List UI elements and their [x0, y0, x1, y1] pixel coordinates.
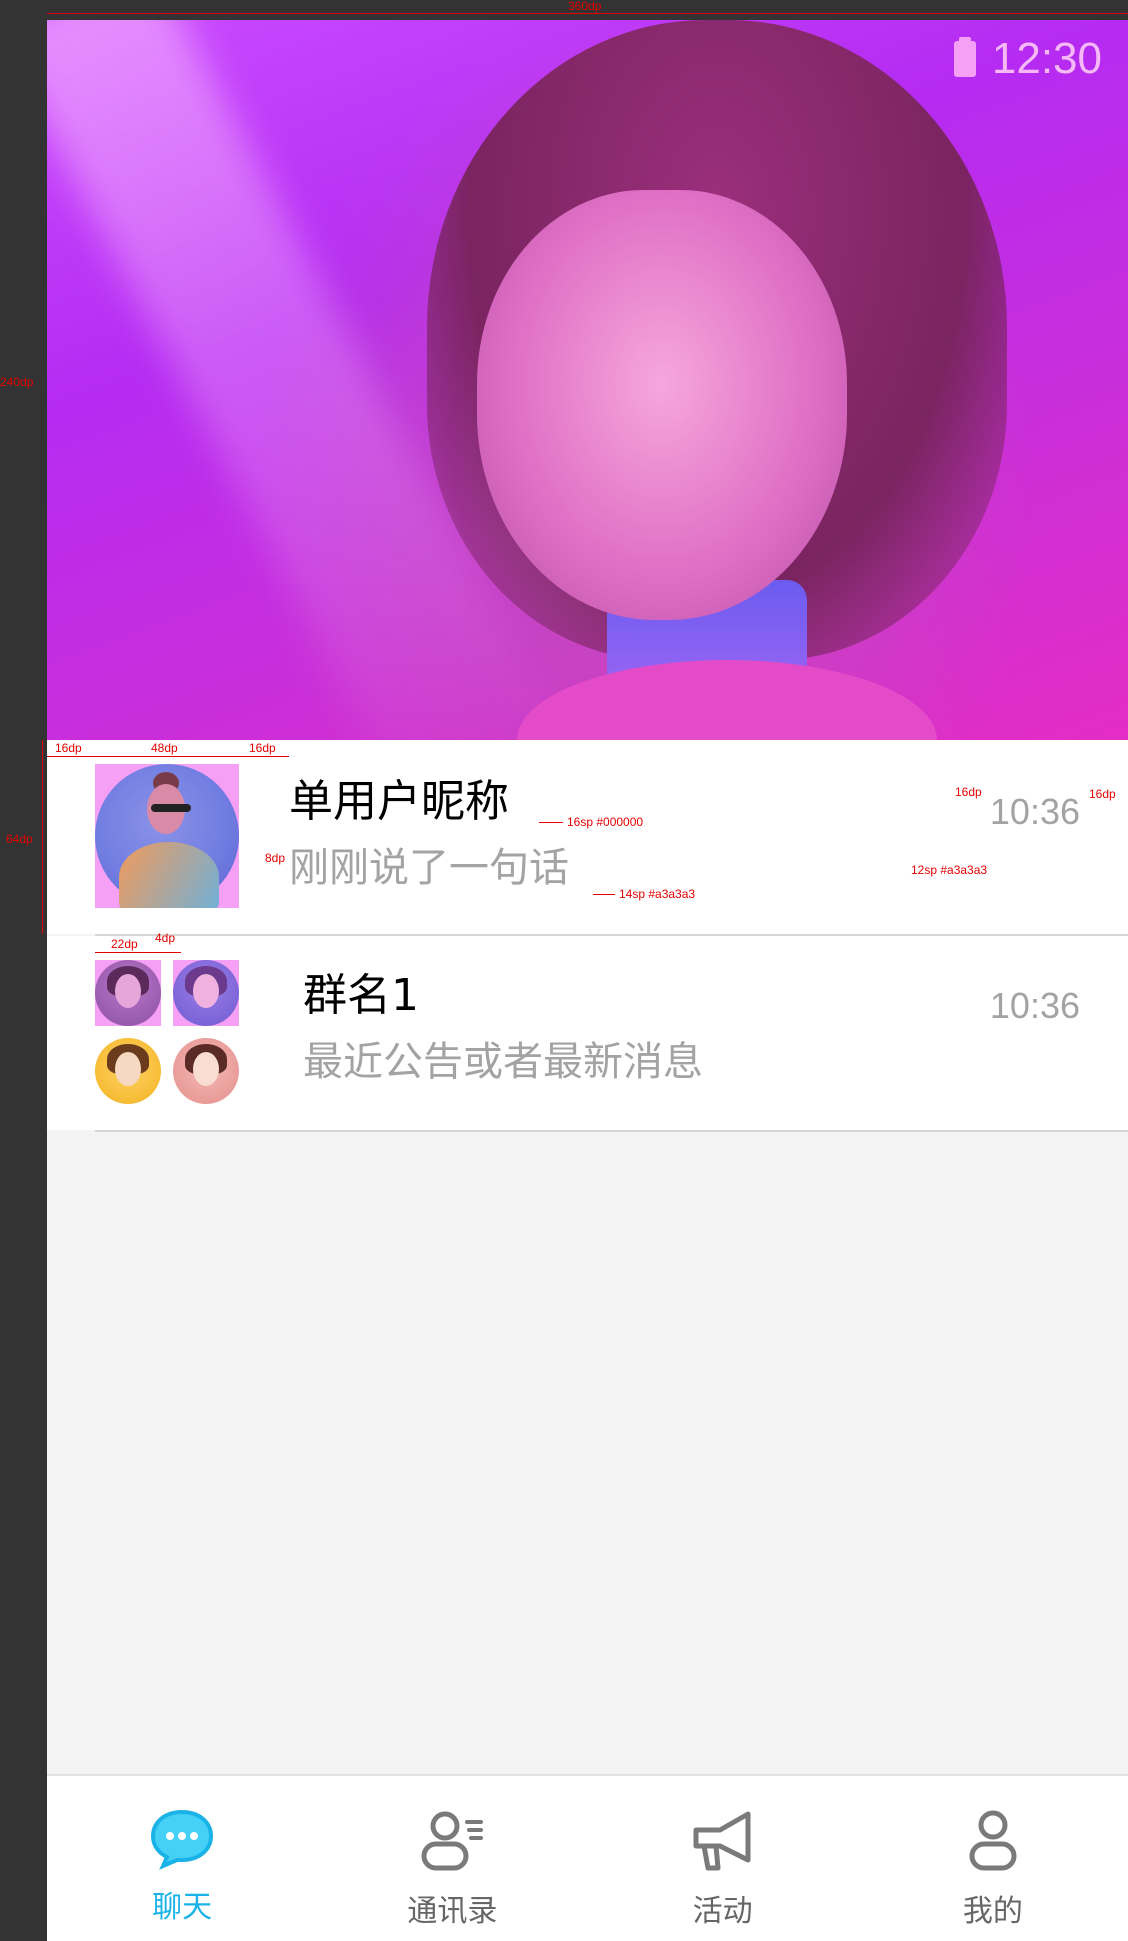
annotation-mini-width: 22dp	[111, 937, 138, 951]
list-divider	[95, 1130, 1128, 1132]
annotation-hero-height: 240dp	[0, 375, 34, 389]
chat-time: 10:36	[989, 985, 1080, 1026]
battery-icon	[953, 37, 976, 77]
megaphone-icon	[693, 1811, 751, 1871]
group-member-avatar	[95, 960, 161, 1026]
tab-chat[interactable]: 聊天	[47, 1776, 317, 1941]
contacts-icon	[421, 1811, 484, 1871]
avatar	[95, 764, 239, 908]
chat-last-message: 最近公告或者最新消息	[303, 1039, 703, 1085]
hero-photo: 12:30	[47, 20, 1128, 740]
chat-list-item-group[interactable]: 群名1 最近公告或者最新消息 10:36 22dp 4dp	[47, 932, 1128, 1130]
annotation-line	[47, 756, 289, 757]
group-avatar-grid	[95, 960, 239, 1104]
annotation-name-spec: 16sp #000000	[567, 815, 644, 829]
annotation-text-gap: 8dp	[265, 851, 286, 865]
tab-contacts[interactable]: 通讯录	[317, 1776, 587, 1941]
chat-time: 10:36	[989, 791, 1080, 832]
annotation-time-right-margin: 16dp	[1089, 787, 1116, 801]
annotation-screen-width: 360dp	[568, 0, 602, 13]
app-screen: 12:30 单用户昵称 刚刚说了一句话 10:36 16dp 48dp 16dp…	[47, 20, 1128, 1941]
annotation-row-height: 64dp	[6, 832, 33, 846]
annotation-padding-left: 16dp	[55, 741, 82, 755]
group-member-avatar	[173, 960, 239, 1026]
annotation-message-spec: 14sp #a3a3a3	[619, 887, 696, 901]
annotation-line	[539, 822, 563, 823]
group-member-avatar	[95, 1038, 161, 1104]
bottom-tab-bar: 聊天 通讯录 活动 我的	[47, 1774, 1128, 1941]
annotation-line	[47, 13, 1128, 14]
tab-label: 聊天	[152, 1890, 213, 1925]
tab-activity[interactable]: 活动	[588, 1776, 858, 1941]
person-icon	[969, 1810, 1017, 1871]
annotation-time-right-gap: 16dp	[955, 785, 982, 799]
tab-label: 我的	[962, 1894, 1023, 1929]
tab-me[interactable]: 我的	[858, 1776, 1128, 1941]
annotation-padding-mid: 16dp	[249, 741, 276, 755]
tab-label: 活动	[692, 1894, 753, 1929]
chat-list-item-single[interactable]: 单用户昵称 刚刚说了一句话 10:36 16dp 48dp 16dp 8dp 1…	[47, 740, 1128, 934]
chat-bubble-icon	[151, 1809, 214, 1870]
group-member-avatar	[173, 1038, 239, 1104]
annotation-line	[95, 952, 181, 953]
chat-name: 单用户昵称	[289, 776, 509, 827]
annotation-avatar-width: 48dp	[151, 741, 178, 755]
status-time: 12:30	[991, 34, 1102, 83]
annotation-line	[42, 740, 43, 934]
annotation-mini-gap: 4dp	[155, 931, 176, 945]
tab-label: 通讯录	[407, 1894, 498, 1929]
annotation-time-spec: 12sp #a3a3a3	[911, 863, 988, 877]
annotation-line	[593, 894, 615, 895]
chat-last-message: 刚刚说了一句话	[289, 845, 569, 891]
status-bar: 12:30	[953, 34, 1102, 84]
chat-name: 群名1	[303, 970, 419, 1021]
